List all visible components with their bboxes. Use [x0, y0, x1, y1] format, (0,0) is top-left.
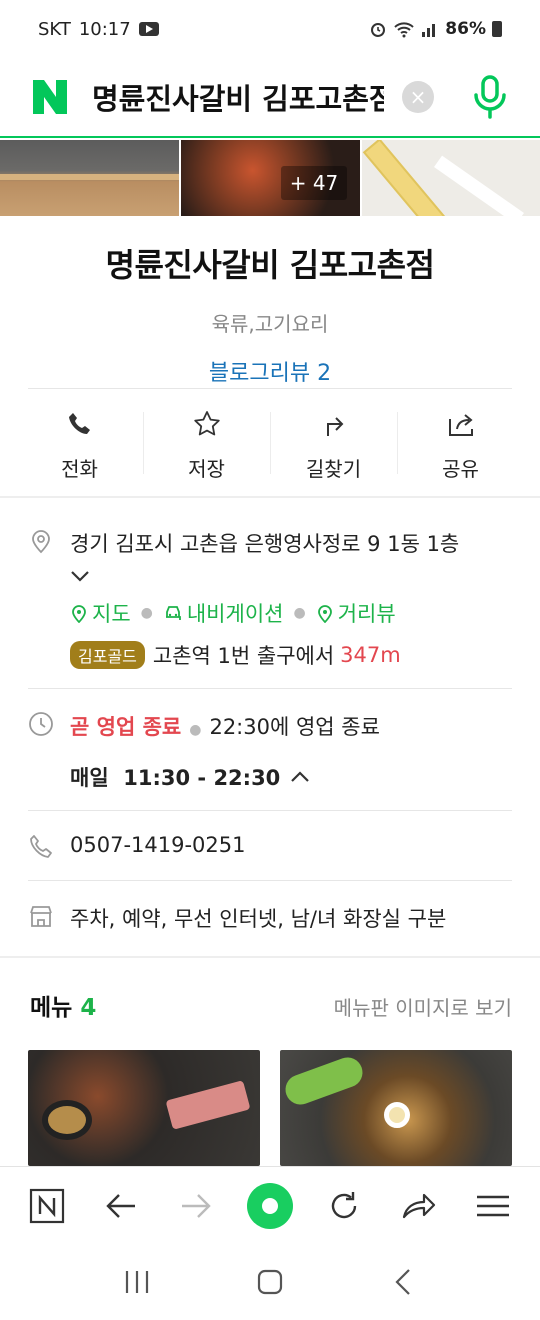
phone-icon: [68, 412, 90, 434]
menu-button[interactable]: [468, 1181, 518, 1231]
share-arrow-icon: [402, 1193, 435, 1218]
reload-icon: [332, 1191, 357, 1218]
status-time: 10:17: [78, 18, 131, 40]
battery-percent: 86%: [445, 19, 486, 39]
menu-title: 메뉴: [30, 995, 73, 1021]
streetview-link-label: 거리뷰: [337, 602, 396, 626]
search-bar: 명륜진사갈비 김포고촌점 ×: [0, 58, 540, 138]
streetview-pin-icon: [317, 605, 332, 623]
directions-button[interactable]: 길찾기: [270, 400, 397, 490]
call-button[interactable]: 전화: [16, 400, 143, 490]
menu-header: 메뉴 4 메뉴판 이미지로 보기: [30, 988, 512, 1022]
divider: [28, 688, 512, 689]
naver-n-icon: [30, 1188, 65, 1223]
green-dot-icon: [246, 1182, 293, 1229]
action-row: 전화 저장 길찾기 공유: [16, 400, 524, 490]
car-icon: [165, 606, 181, 620]
system-navigation-bar: [0, 1244, 540, 1320]
subway-line-badge: 김포골드: [70, 641, 145, 669]
subway-info: 김포골드 고촌역 1번 출구에서 347m: [70, 640, 401, 670]
phone-number[interactable]: 0507-1419-0251: [70, 833, 246, 857]
battery-icon: [492, 21, 502, 37]
wifi-icon: [394, 22, 414, 38]
photo-strip: + 47: [0, 140, 540, 216]
youtube-notification-icon: [138, 22, 159, 36]
hours-closing: 22:30에 영업 종료: [209, 715, 380, 739]
hours-detail[interactable]: 매일 11:30 - 22:30: [70, 762, 310, 792]
phone-outline-icon: [30, 835, 52, 858]
alarm-icon: [371, 23, 386, 37]
share-button[interactable]: 공유: [397, 400, 524, 490]
section-divider: [0, 496, 540, 498]
star-icon: [193, 410, 220, 435]
amenities-text: 주차, 예약, 무선 인터넷, 남/녀 화장실 구분: [70, 907, 447, 931]
map-pin-icon: [72, 605, 86, 623]
section-divider: [0, 956, 540, 958]
green-dot-button[interactable]: [245, 1181, 295, 1231]
subway-distance: 347m: [340, 643, 401, 667]
clock-icon: [29, 712, 53, 736]
streetview-link[interactable]: 거리뷰: [316, 598, 396, 628]
hamburger-icon: [476, 1195, 509, 1216]
hours-summary[interactable]: 곧 영업 종료 ● 22:30에 영업 종료: [70, 711, 380, 741]
chevron-up-icon: [291, 771, 310, 782]
map-link-label: 지도: [92, 602, 131, 626]
divider: [28, 388, 512, 389]
map-link[interactable]: 지도: [70, 598, 131, 628]
save-label: 저장: [188, 456, 225, 481]
reload-button[interactable]: [319, 1181, 369, 1231]
address-text: 경기 김포시 고촌읍 은행영사정로 9 1동 1층: [70, 532, 460, 556]
hours-detail-text: 매일 11:30 - 22:30: [70, 766, 281, 790]
blog-review-link[interactable]: 블로그리뷰 2: [209, 355, 331, 387]
arrow-left-icon: [106, 1193, 136, 1218]
forward-button[interactable]: [171, 1181, 221, 1231]
food-photo[interactable]: + 47: [181, 140, 360, 216]
address-links: 지도 ● 내비게이션 ● 거리뷰: [70, 598, 396, 628]
naver-home-button[interactable]: [22, 1181, 72, 1231]
place-title: 명륜진사갈비 김포고촌점: [105, 246, 435, 284]
recent-apps-icon: [125, 1271, 148, 1293]
carrier-label: SKT: [38, 18, 71, 40]
search-input[interactable]: 명륜진사갈비 김포고촌점: [92, 76, 384, 118]
signal-icon: [422, 24, 436, 37]
navigation-link[interactable]: 내비게이션: [163, 598, 284, 628]
storefront-photo[interactable]: [0, 140, 179, 216]
back-chevron-icon: [395, 1269, 411, 1295]
more-photos-badge[interactable]: + 47: [281, 166, 347, 200]
subway-exit-text: 고촌역 1번 출구에서: [152, 644, 335, 668]
directions-icon: [326, 416, 343, 436]
arrow-right-icon: [181, 1193, 211, 1218]
place-category: 육류,고기요리: [211, 312, 329, 336]
voice-search-icon[interactable]: [470, 72, 510, 122]
naver-logo-icon[interactable]: [30, 77, 70, 117]
menu-item-image[interactable]: [280, 1050, 512, 1166]
place-header: 명륜진사갈비 김포고촌점 육류,고기요리 블로그리뷰 2: [0, 240, 540, 387]
status-bar: SKT 10:17 86%: [0, 0, 540, 58]
clear-search-button[interactable]: ×: [402, 81, 434, 113]
share-icon: [448, 413, 473, 436]
hours-status: 곧 영업 종료: [70, 715, 182, 739]
menu-item-image[interactable]: [28, 1050, 260, 1166]
menu-image-view-link[interactable]: 메뉴판 이미지로 보기: [334, 992, 512, 1021]
map-thumbnail[interactable]: [362, 140, 540, 216]
home-icon: [257, 1269, 283, 1295]
share-page-button[interactable]: [394, 1181, 444, 1231]
chevron-down-icon[interactable]: [70, 568, 90, 584]
directions-label: 길찾기: [305, 456, 362, 481]
divider: [28, 880, 512, 881]
system-back-button[interactable]: [383, 1262, 423, 1302]
call-label: 전화: [61, 456, 98, 481]
browser-toolbar: [0, 1166, 540, 1244]
location-pin-icon: [32, 530, 50, 554]
save-button[interactable]: 저장: [143, 400, 270, 490]
divider: [28, 810, 512, 811]
menu-count: 4: [80, 995, 97, 1021]
recent-apps-button[interactable]: [117, 1262, 157, 1302]
navigation-link-label: 내비게이션: [186, 602, 284, 626]
home-button[interactable]: [250, 1262, 290, 1302]
store-icon: [30, 906, 52, 927]
share-label: 공유: [442, 456, 479, 481]
back-button[interactable]: [96, 1181, 146, 1231]
